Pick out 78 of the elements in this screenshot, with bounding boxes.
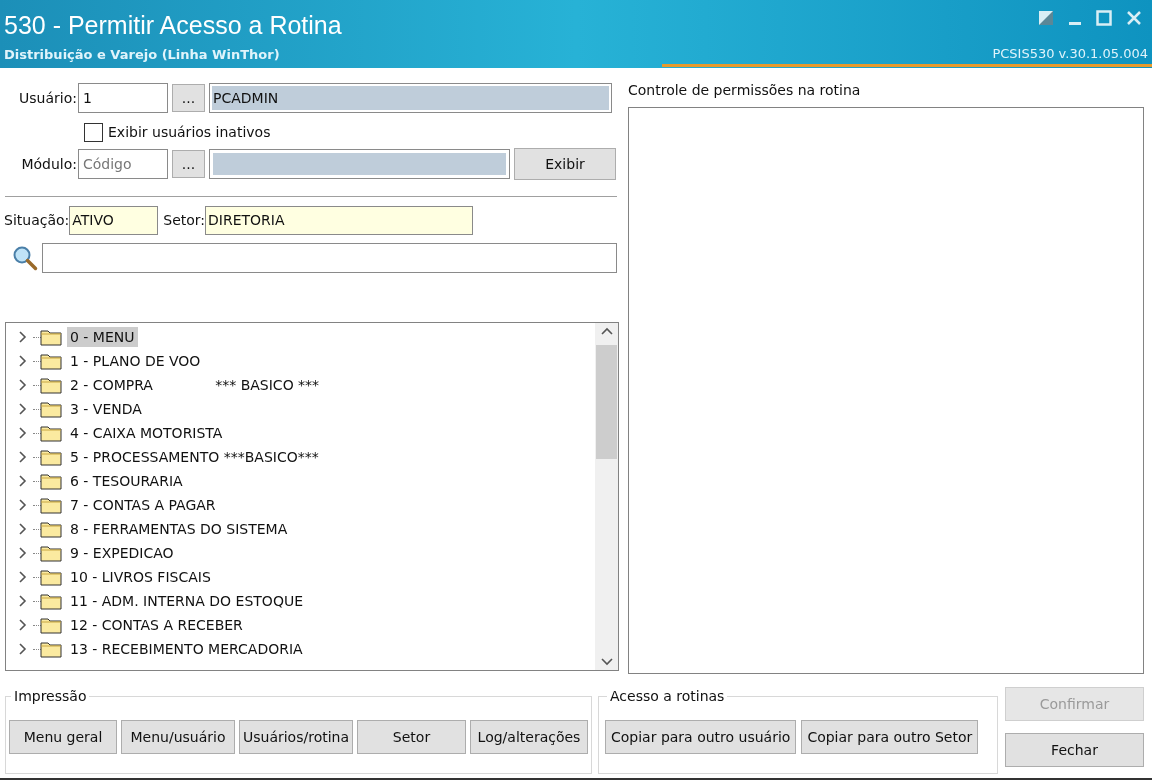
chevron-icon[interactable]	[18, 643, 28, 655]
chevron-icon[interactable]	[18, 595, 28, 607]
sector-label: Setor:	[163, 211, 206, 230]
group-title: Impressão	[13, 687, 88, 706]
chevron-icon[interactable]	[18, 427, 28, 439]
browse-button[interactable]: ...	[172, 84, 205, 112]
folder-icon	[40, 568, 62, 586]
folder-icon	[40, 640, 62, 658]
folder-icon	[40, 520, 62, 538]
tree-item[interactable]: 10 - LIVROS FISCAIS	[67, 567, 214, 587]
chevron-icon[interactable]	[18, 355, 28, 367]
search-icon	[12, 245, 38, 271]
folder-icon	[40, 328, 62, 346]
checkbox-label: Exibir usuários inativos	[108, 123, 271, 142]
folder-icon	[40, 616, 62, 634]
chevron-icon[interactable]	[18, 331, 28, 343]
folder-icon	[40, 424, 62, 442]
restore-icon[interactable]	[1038, 10, 1054, 26]
tree-item[interactable]: 0 - MENU	[67, 327, 138, 347]
print-button[interactable]: Menu geral	[9, 720, 117, 754]
chevron-icon[interactable]	[18, 547, 28, 559]
chevron-icon[interactable]	[18, 379, 28, 391]
folder-icon	[40, 448, 62, 466]
folder-icon	[40, 544, 62, 562]
chevron-icon[interactable]	[18, 403, 28, 415]
action-button[interactable]: Fechar	[1005, 733, 1144, 767]
tree-item[interactable]: 4 - CAIXA MOTORISTA	[67, 423, 226, 443]
window-title: 530 - Permitir Acesso a Rotina	[4, 10, 342, 40]
tree-item[interactable]: 3 - VENDA	[67, 399, 145, 419]
folder-icon	[40, 592, 62, 610]
chevron-icon[interactable]	[18, 523, 28, 535]
group-title: Acesso a rotinas	[609, 687, 726, 706]
folder-icon	[40, 472, 62, 490]
tree-item[interactable]: 9 - EXPEDICAO	[67, 543, 177, 563]
tree-item[interactable]: 12 - CONTAS A RECEBER	[67, 615, 246, 635]
permissions-title: Controle de permissões na rotina	[628, 81, 862, 100]
scroll-up-icon[interactable]	[600, 327, 613, 335]
browse-button[interactable]: ...	[172, 150, 205, 178]
tree-item[interactable]: 13 - RECEBIMENTO MERCADORIA	[67, 639, 306, 659]
tree-item[interactable]: 1 - PLANO DE VOO	[67, 351, 204, 371]
module-code-field[interactable]: Código	[78, 149, 168, 179]
folder-icon	[40, 376, 62, 394]
scrollbar[interactable]	[595, 323, 618, 670]
tree-item[interactable]: 5 - PROCESSAMENTO ***BASICO***	[67, 447, 322, 467]
module-label: Módulo:	[20, 154, 77, 174]
print-button[interactable]: Usuários/rotina	[239, 720, 353, 754]
chevron-icon[interactable]	[18, 475, 28, 487]
chevron-icon[interactable]	[18, 571, 28, 583]
status-field: ATIVO	[69, 206, 159, 235]
folder-icon	[40, 352, 62, 370]
sector-field: DIRETORIA	[205, 206, 474, 235]
search-field[interactable]	[42, 243, 617, 273]
scroll-thumb[interactable]	[596, 344, 617, 459]
folder-icon	[40, 496, 62, 514]
scroll-down-icon[interactable]	[600, 658, 613, 666]
version-label: PCSIS530 v.30.1.05.004	[992, 45, 1148, 63]
print-button[interactable]: Setor	[357, 720, 466, 754]
folder-icon	[40, 400, 62, 418]
tree-item[interactable]: 8 - FERRAMENTAS DO SISTEMA	[67, 519, 291, 539]
tree-item[interactable]: 7 - CONTAS A PAGAR	[67, 495, 219, 515]
tree-item[interactable]: 6 - TESOURARIA	[67, 471, 186, 491]
user-code-field[interactable]: 1	[78, 83, 168, 113]
close-icon[interactable]	[1126, 10, 1142, 26]
copy-button[interactable]: Copiar para outro Setor	[801, 720, 979, 754]
maximize-icon[interactable]	[1096, 10, 1112, 26]
window-subtitle: Distribuição e Varejo (Linha WinThor)	[4, 46, 281, 64]
print-button[interactable]: Log/alterações	[470, 720, 588, 754]
copy-button[interactable]: Copiar para outro usuário	[605, 720, 797, 754]
chevron-icon[interactable]	[18, 499, 28, 511]
tree-item[interactable]: 2 - COMPRA *** BASICO ***	[67, 375, 323, 395]
status-label: Situação:	[4, 211, 70, 230]
user-label: Usuário:	[18, 88, 77, 108]
show-button[interactable]: Exibir	[514, 148, 616, 180]
print-button[interactable]: Menu/usuário	[121, 720, 235, 754]
tree-item[interactable]: 11 - ADM. INTERNA DO ESTOQUE	[67, 591, 306, 611]
user-name-field: PCADMIN	[209, 83, 612, 113]
chevron-icon[interactable]	[18, 619, 28, 631]
chevron-icon[interactable]	[18, 451, 28, 463]
